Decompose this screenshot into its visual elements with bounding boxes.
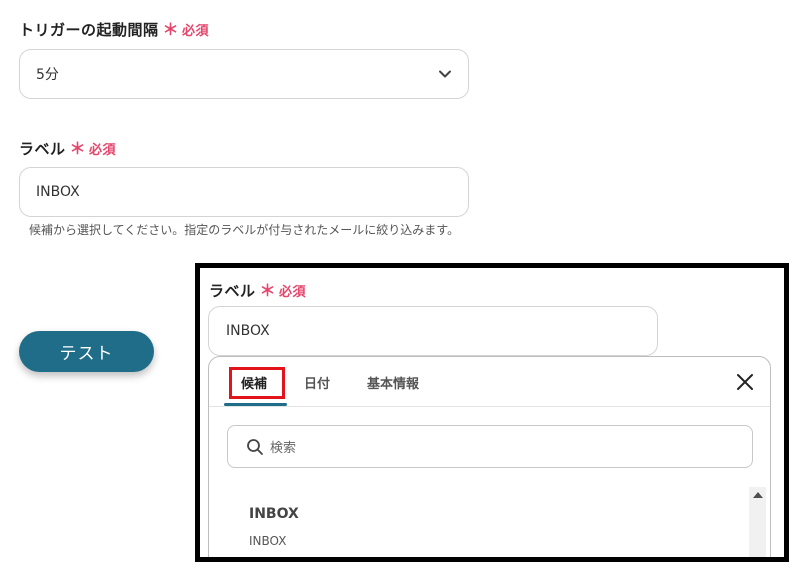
overlay-label: ラベル ＊ 必須 bbox=[209, 280, 306, 301]
required-badge: ＊ 必須 bbox=[163, 20, 210, 39]
label-input[interactable]: INBOX bbox=[19, 167, 469, 217]
tab-date[interactable]: 日付 bbox=[304, 357, 330, 407]
required-text: 必須 bbox=[279, 285, 307, 300]
chevron-down-icon bbox=[439, 70, 451, 78]
tab-basic-info[interactable]: 基本情報 bbox=[367, 357, 419, 407]
label-field-label-text: ラベル bbox=[19, 140, 66, 158]
trigger-interval-value: 5分 bbox=[36, 67, 59, 83]
overlay-label-input-value: INBOX bbox=[226, 323, 270, 339]
required-asterisk: ＊ bbox=[162, 19, 180, 39]
active-tab-indicator bbox=[224, 403, 287, 406]
required-text: 必須 bbox=[182, 24, 210, 39]
label-input-value: INBOX bbox=[36, 184, 80, 200]
label-hint: 候補から選択してください。指定のラベルが付与されたメールに絞り込みます。 bbox=[29, 223, 460, 237]
required-asterisk: ＊ bbox=[259, 280, 277, 300]
search-input[interactable]: 検索 bbox=[227, 425, 753, 468]
required-text: 必須 bbox=[89, 143, 117, 158]
dropdown-tabs: 候補 日付 基本情報 bbox=[209, 357, 770, 407]
required-badge: ＊ 必須 bbox=[70, 139, 117, 158]
required-badge: ＊ 必須 bbox=[260, 281, 307, 300]
search-placeholder: 検索 bbox=[270, 441, 297, 456]
tab-highlight-box bbox=[229, 367, 285, 399]
list-item-subtitle: INBOX bbox=[249, 534, 287, 548]
test-button[interactable]: テスト bbox=[19, 331, 154, 372]
label-field-label: ラベル ＊ 必須 bbox=[19, 138, 116, 159]
scrollbar[interactable] bbox=[749, 487, 766, 557]
trigger-interval-select[interactable]: 5分 bbox=[19, 49, 469, 99]
trigger-interval-label: トリガーの起動間隔 ＊ 必須 bbox=[19, 19, 209, 40]
overlay-label-text: ラベル bbox=[209, 282, 256, 300]
required-asterisk: ＊ bbox=[69, 138, 87, 158]
suggestion-dropdown: 候補 日付 基本情報 検索 INBOX INBOX bbox=[208, 356, 771, 557]
search-icon bbox=[247, 438, 263, 455]
list-item-title: INBOX bbox=[249, 506, 299, 522]
zoomed-callout: ラベル ＊ 必須 INBOX 候補 日付 基本情報 検索 INBOX INBOX bbox=[195, 263, 789, 562]
scroll-up-arrow-icon[interactable] bbox=[753, 492, 763, 498]
close-icon[interactable] bbox=[736, 373, 754, 391]
overlay-label-input[interactable]: INBOX bbox=[208, 306, 658, 356]
trigger-interval-label-text: トリガーの起動間隔 bbox=[19, 21, 159, 39]
